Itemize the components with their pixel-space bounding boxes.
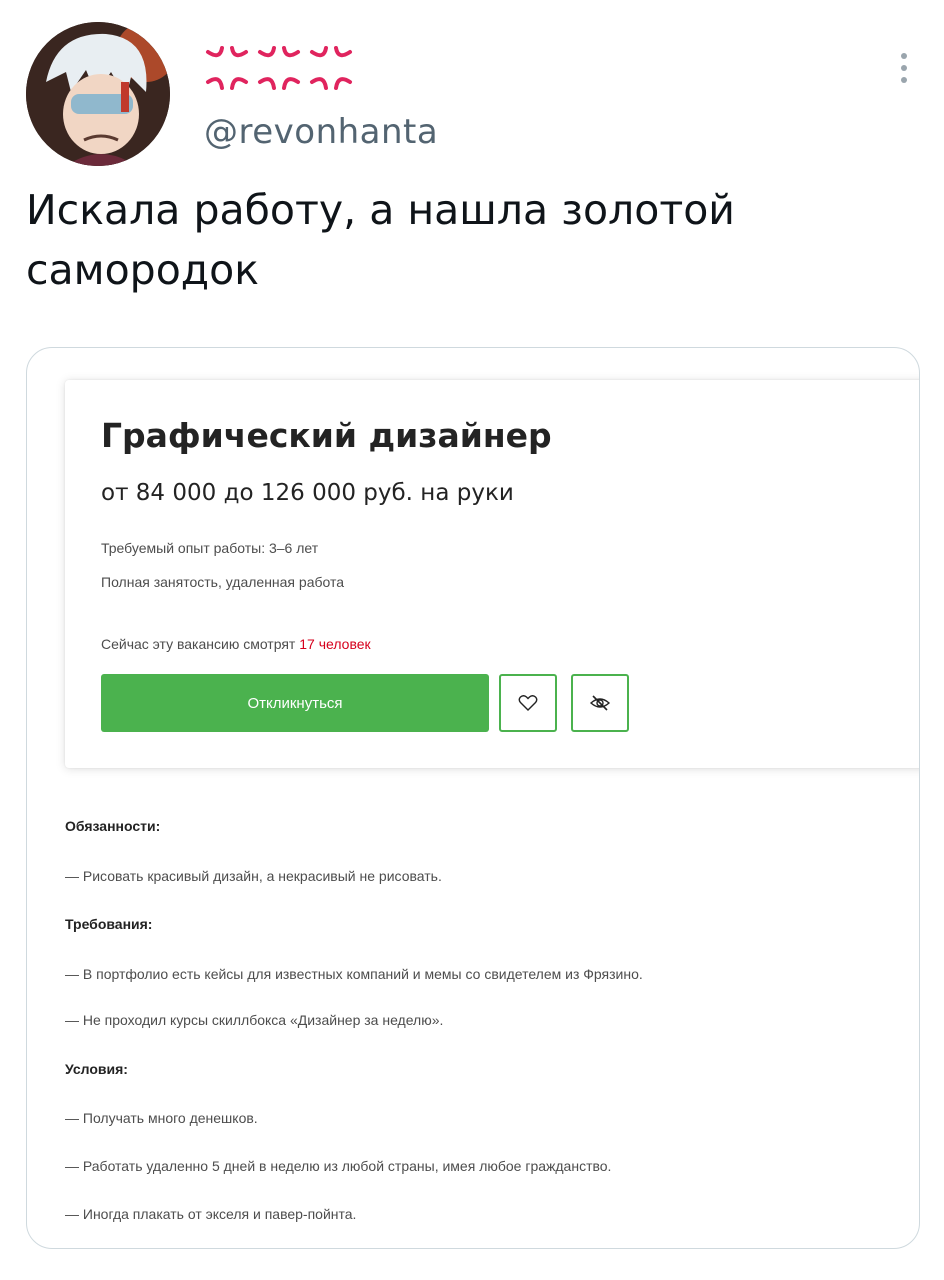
vacancy-title: Графический дизайнер <box>101 416 552 455</box>
avatar[interactable] <box>26 22 170 166</box>
apply-button[interactable]: Откликнуться <box>101 674 489 732</box>
hide-button[interactable] <box>571 674 629 732</box>
vacancy-salary: от 84 000 до 126 000 руб. на руки <box>101 480 514 506</box>
vacancy-employment: Полная занятость, удаленная работа <box>101 574 345 590</box>
duties-heading: Обязанности: <box>65 818 161 834</box>
conditions-heading: Условия: <box>65 1061 128 1077</box>
more-options-icon[interactable] <box>894 48 914 88</box>
anger-icon <box>206 46 248 90</box>
condition-item: — Работать удаленно 5 дней в неделю из л… <box>65 1158 612 1174</box>
heart-icon <box>518 695 538 711</box>
condition-item: — Получать много денешков. <box>65 1110 258 1126</box>
requirement-item: — В портфолио есть кейсы для известных к… <box>65 966 643 982</box>
requirement-item: — Не проходил курсы скиллбокса «Дизайнер… <box>65 1012 444 1028</box>
anger-icon <box>310 46 352 90</box>
tweet-text: Искала работу, а нашла золотой самородок <box>26 186 735 294</box>
viewers-prefix: Сейчас эту вакансию смотрят <box>101 636 300 652</box>
favorite-button[interactable] <box>499 674 557 732</box>
viewers-count: 17 человек <box>299 636 371 652</box>
tweet-header: @revonhanta <box>26 22 926 167</box>
user-handle[interactable]: @revonhanta <box>204 112 438 152</box>
eye-off-icon <box>589 695 611 711</box>
duty-item: — Рисовать красивый дизайн, а некрасивый… <box>65 868 442 884</box>
requirements-heading: Требования: <box>65 916 153 932</box>
vacancy-card: Графический дизайнер от 84 000 до 126 00… <box>65 380 919 768</box>
condition-item: — Иногда плакать от экселя и павер-пойнт… <box>65 1206 357 1222</box>
display-name[interactable] <box>204 44 354 94</box>
vacancy-experience: Требуемый опыт работы: 3–6 лет <box>101 540 319 556</box>
vacancy-viewers: Сейчас эту вакансию смотрят 17 человек <box>101 636 371 652</box>
anger-icon <box>258 46 300 90</box>
tweet-media[interactable]: Графический дизайнер от 84 000 до 126 00… <box>26 347 920 1249</box>
